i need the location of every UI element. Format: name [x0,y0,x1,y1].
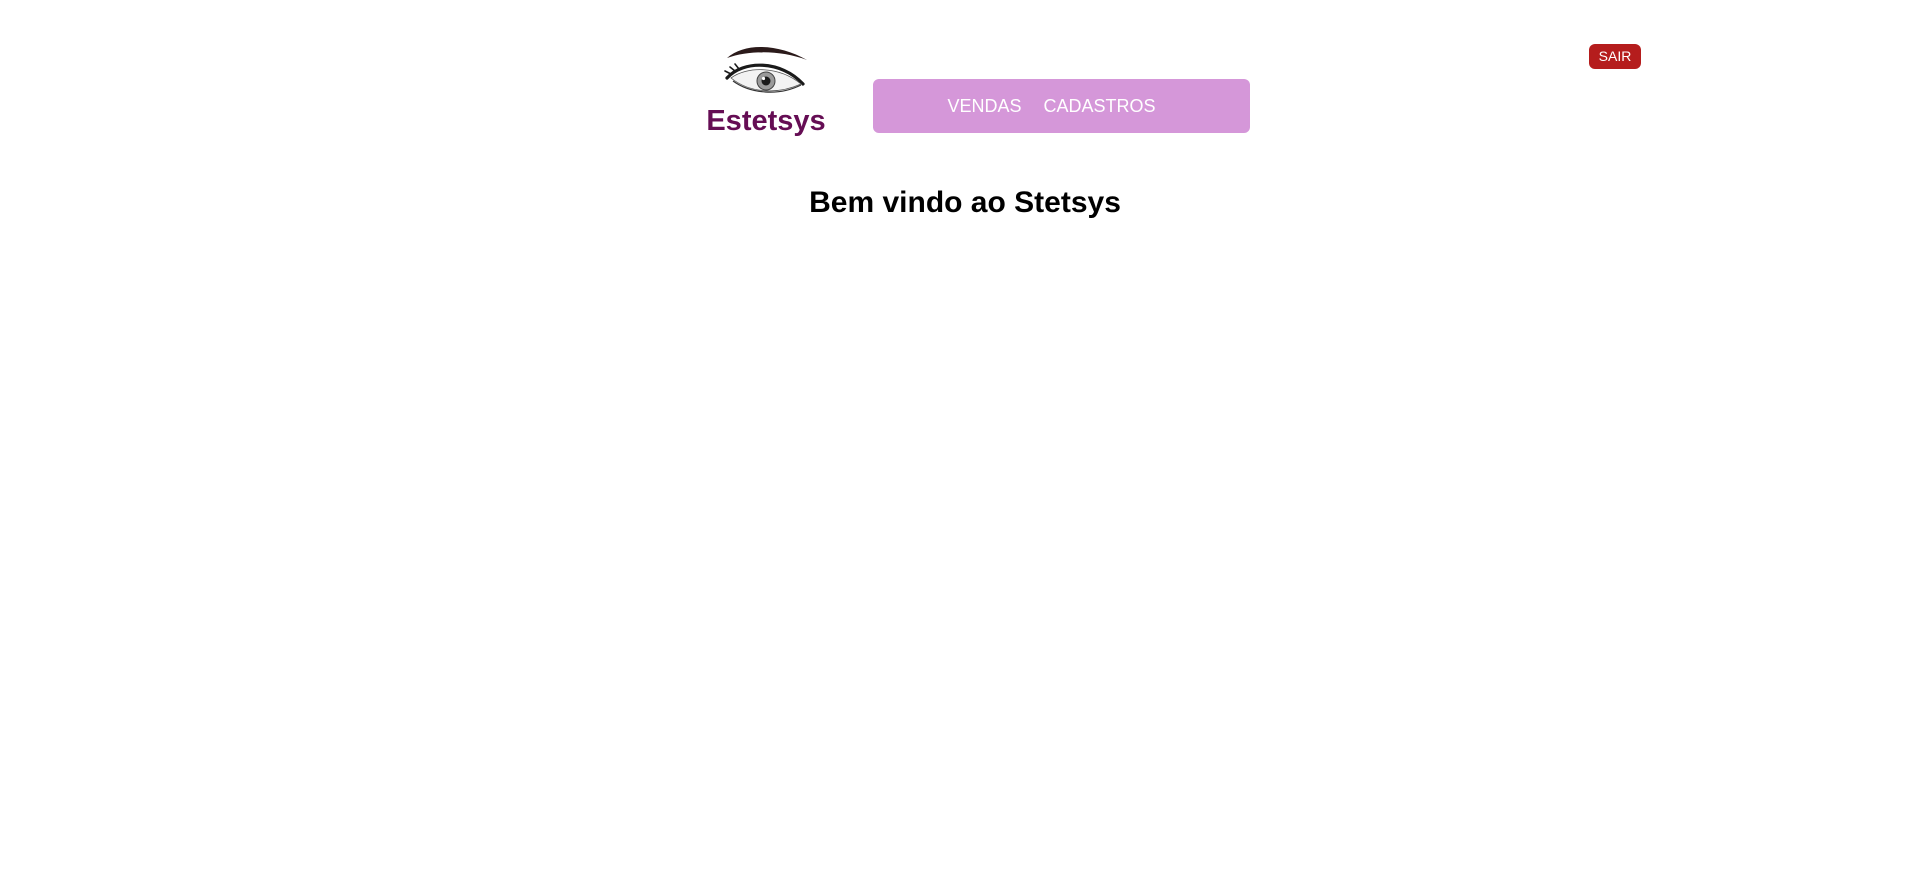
nav-item-vendas[interactable]: VENDAS [947,96,1021,117]
logout-button[interactable]: SAIR [1589,44,1641,69]
nav-item-cadastros[interactable]: CADASTROS [1044,96,1156,117]
eye-icon [724,46,807,93]
page: Estetsys VENDAS CADASTROS SAIR Bem vindo… [0,0,1920,891]
brand: Estetsys [703,44,829,138]
main-nav: VENDAS CADASTROS [873,79,1250,133]
brand-name: Estetsys [706,105,826,137]
page-title: Bem vindo ao Stetsys [809,186,1121,219]
